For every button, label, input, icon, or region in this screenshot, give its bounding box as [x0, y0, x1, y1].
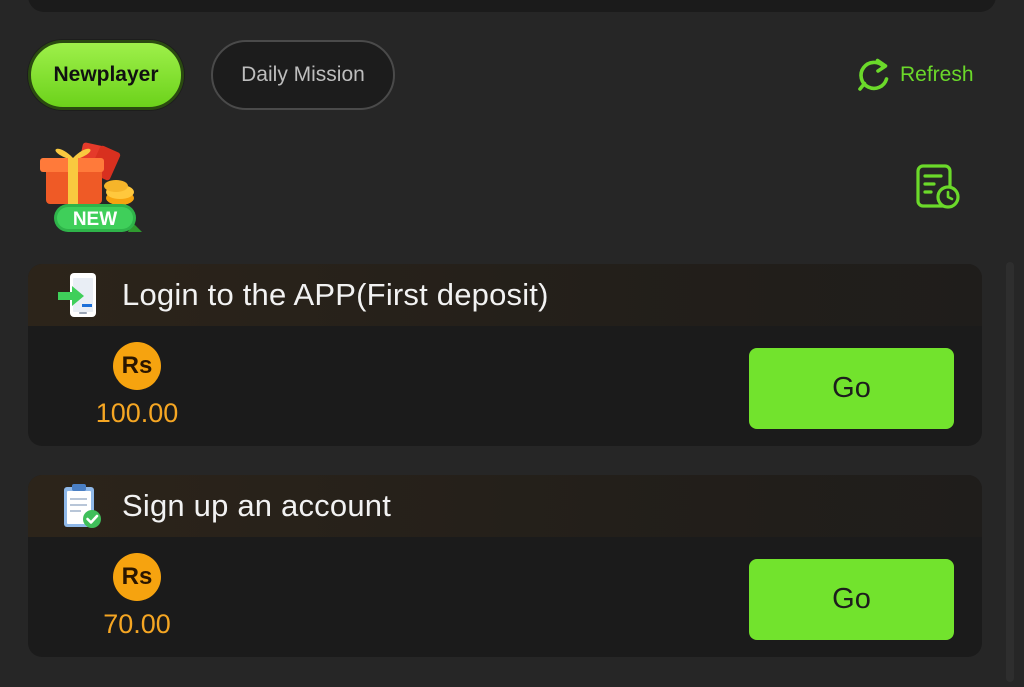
go-button[interactable]: Go [749, 348, 954, 429]
scrollbar[interactable] [1006, 262, 1014, 682]
rupee-coin-icon: Rs [113, 553, 161, 601]
rupee-coin-icon: Rs [113, 342, 161, 390]
task-card: Sign up an account Rs 70.00 Go [28, 475, 982, 657]
refresh-icon [858, 58, 889, 91]
reward: Rs 100.00 [78, 342, 196, 429]
reward-amount: 100.00 [95, 398, 179, 428]
go-button[interactable]: Go [749, 559, 954, 640]
clipboard-check-icon [64, 484, 101, 528]
reward-amount: 70.00 [103, 609, 171, 639]
task-history-icon[interactable] [912, 162, 964, 212]
task-header: Login to the APP(First deposit) [28, 264, 982, 326]
refresh-label: Refresh [900, 63, 974, 86]
task-card: Login to the APP(First deposit) Rs 100.0… [28, 264, 982, 446]
refresh-button[interactable]: Refresh [854, 55, 974, 95]
tab-daily-mission[interactable]: Daily Mission [211, 40, 395, 110]
task-header: Sign up an account [28, 475, 982, 537]
new-gift-icon: NEW [40, 142, 142, 232]
reward: Rs 70.00 [78, 553, 196, 640]
new-badge-text: NEW [73, 209, 117, 230]
task-title: Login to the APP(First deposit) [122, 277, 549, 312]
phone-login-icon [58, 273, 96, 317]
task-center-page: Newplayer Daily Mission Refresh NEW Logi… [0, 0, 1024, 687]
previous-card-edge [28, 0, 996, 12]
task-title: Sign up an account [122, 488, 392, 523]
tab-newplayer[interactable]: Newplayer [28, 40, 184, 110]
